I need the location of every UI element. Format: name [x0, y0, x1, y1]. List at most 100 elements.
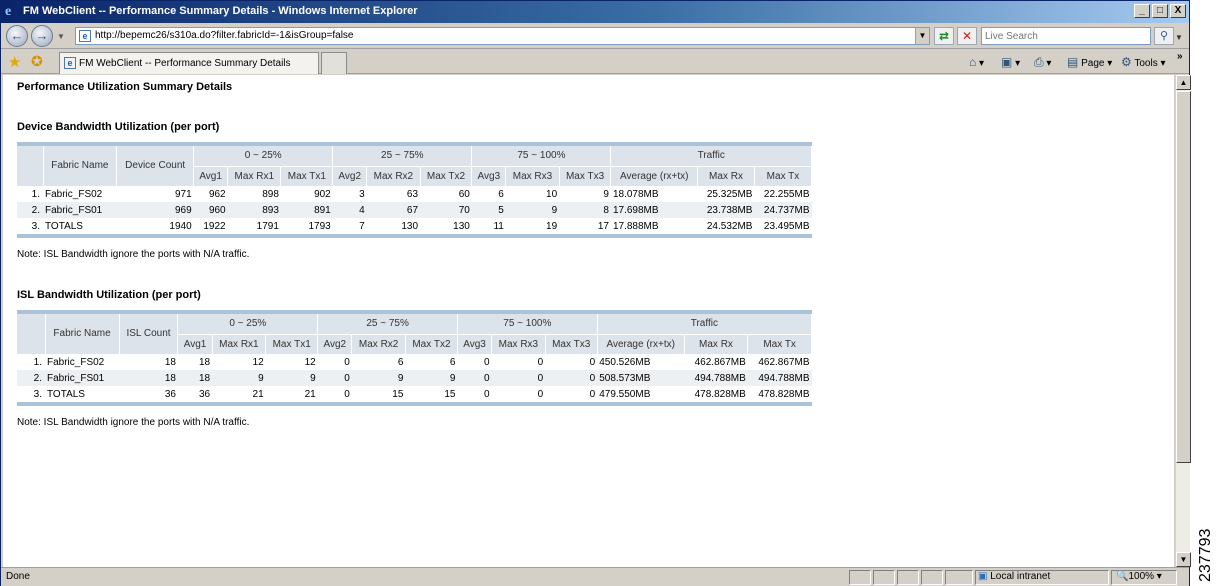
column-header: Avg1	[177, 334, 213, 355]
search-icon[interactable]: ⚲	[1154, 27, 1174, 45]
group-header: Traffic	[610, 146, 812, 167]
table-cell: 6	[405, 354, 458, 370]
table-cell: 3.	[17, 218, 43, 234]
zone-label: Local intranet	[990, 571, 1051, 582]
print-button[interactable]: ⎙ ▾	[1034, 55, 1051, 70]
scroll-thumb[interactable]	[1176, 91, 1191, 463]
recent-pages-dropdown-icon[interactable]: ▼	[57, 32, 65, 41]
column-header: Max Rx1	[227, 166, 282, 187]
table-cell: 1940	[116, 218, 194, 234]
table-cell: 9	[212, 370, 266, 386]
column-header: Max Rx3	[505, 166, 560, 187]
status-panel	[945, 570, 973, 585]
forward-button[interactable]: →	[31, 25, 53, 47]
table-cell: 0	[545, 386, 598, 402]
maximize-button[interactable]: □	[1152, 4, 1168, 18]
tab-label: FM WebClient -- Performance Summary Deta…	[79, 58, 291, 69]
add-favorites-icon[interactable]: ✪	[31, 53, 43, 70]
scroll-down-button[interactable]: ▼	[1176, 552, 1191, 567]
table-cell: 17	[559, 218, 611, 234]
table-cell: 9	[405, 370, 458, 386]
table-cell: 0	[457, 354, 492, 370]
table-cell: 2.	[17, 370, 45, 386]
group-header: 0 ~ 25%	[177, 314, 319, 335]
table-cell: 11	[471, 218, 506, 234]
address-dropdown-icon[interactable]: ▼	[915, 28, 929, 44]
table-cell: 24.737MB	[754, 202, 812, 218]
table-cell: 9	[505, 202, 560, 218]
table-cell: 5	[471, 202, 506, 218]
column-header: Max Tx1	[280, 166, 334, 187]
status-panel	[921, 570, 943, 585]
fabric-name-cell: TOTALS	[43, 218, 117, 234]
zoom-control[interactable]: 🔍100% ▾	[1116, 571, 1162, 582]
address-url[interactable]: http://bepemc26/s310a.do?filter.fabricId…	[95, 30, 354, 41]
fabric-name-cell: Fabric_FS02	[45, 354, 120, 370]
search-input[interactable]	[982, 28, 1147, 44]
fabric-name-header: Fabric Name	[45, 314, 120, 355]
column-header: Avg3	[471, 166, 507, 187]
table-cell: 2.	[17, 202, 43, 218]
table-cell: 70	[420, 202, 472, 218]
address-bar[interactable]: e http://bepemc26/s310a.do?filter.fabric…	[75, 27, 930, 45]
device-note: Note: ISL Bandwidth ignore the ports wit…	[17, 249, 250, 260]
page-menu[interactable]: ▤ Page ▾	[1067, 55, 1112, 69]
tab-performance-summary[interactable]: e FM WebClient -- Performance Summary De…	[59, 52, 319, 74]
minimize-button[interactable]: _	[1134, 4, 1150, 18]
feeds-button[interactable]: ▣ ▾	[1001, 55, 1020, 69]
table-cell: 18	[177, 370, 213, 386]
search-box[interactable]	[981, 27, 1151, 45]
table-cell: 22.255MB	[754, 186, 812, 202]
table-cell: 63	[366, 186, 421, 202]
scroll-up-button[interactable]: ▲	[1176, 75, 1191, 90]
table-cell: 21	[212, 386, 266, 402]
column-header: Average (rx+tx)	[597, 334, 685, 355]
table-cell: 25.325MB	[697, 186, 755, 202]
title-bar[interactable]: e FM WebClient -- Performance Summary De…	[1, 1, 1189, 23]
refresh-button[interactable]: ⇄	[934, 27, 954, 45]
column-header: Max Tx3	[559, 166, 612, 187]
isl-table: Fabric Name ISL Count 0 ~ 25% 25 ~ 75% 7…	[17, 310, 813, 406]
zoom-level: 100%	[1128, 571, 1155, 582]
vertical-scrollbar[interactable]: ▲ ▼	[1175, 75, 1191, 567]
device-section-title: Device Bandwidth Utilization (per port)	[17, 121, 220, 133]
count-header: ISL Count	[119, 314, 179, 355]
page-icon: e	[64, 57, 76, 69]
table-cell: 971	[116, 186, 194, 202]
fabric-name-cell: TOTALS	[45, 386, 120, 402]
intranet-icon: ▣	[978, 571, 988, 582]
table-row: 3. TOTALS 1940 1922 1791 1793 7 130 130 11 19 17 17.…	[17, 218, 812, 234]
security-zone[interactable]: ▣ Local intranet	[978, 571, 1050, 582]
table-cell: 23.738MB	[697, 202, 755, 218]
table-cell: 130	[366, 218, 421, 234]
isl-note: Note: ISL Bandwidth ignore the ports wit…	[17, 417, 250, 428]
stop-button[interactable]: ✕	[957, 27, 977, 45]
column-header: Max Tx	[754, 166, 813, 187]
home-button[interactable]: ⌂ ▾	[969, 55, 984, 69]
column-header: Max Tx2	[405, 334, 458, 355]
search-options-dropdown-icon[interactable]: ▼	[1175, 33, 1183, 42]
chevron-more-icon[interactable]: »	[1177, 51, 1183, 62]
table-cell: 962	[193, 186, 228, 202]
group-header: 75 ~ 100%	[471, 146, 612, 167]
tools-menu[interactable]: ⚙ Tools ▾	[1121, 55, 1166, 69]
column-header: Max Rx2	[366, 166, 421, 187]
column-header: Avg2	[332, 166, 368, 187]
table-cell: 10	[505, 186, 560, 202]
page-content: Performance Utilization Summary Details …	[3, 75, 1174, 567]
close-button[interactable]: X	[1170, 4, 1186, 18]
table-cell: 0	[545, 354, 598, 370]
table-cell: 0	[491, 370, 546, 386]
table-cell: 18	[119, 370, 178, 386]
window-title: FM WebClient -- Performance Summary Deta…	[23, 5, 418, 17]
back-button[interactable]: ←	[6, 25, 28, 47]
table-cell: 893	[227, 202, 281, 218]
tab-bar: ★ ✪ e FM WebClient -- Performance Summar…	[1, 50, 1189, 74]
new-tab-button[interactable]	[321, 52, 347, 74]
table-cell: 0	[457, 386, 492, 402]
tools-menu-label: Tools	[1134, 58, 1158, 69]
table-cell: 479.550MB	[597, 386, 685, 402]
status-text: Done	[6, 571, 30, 582]
favorites-star-icon[interactable]: ★	[8, 53, 21, 71]
table-row: 2. Fabric_FS01 18 18 9 9 0 9 9 0 0 0 508.573MB 494.78…	[17, 370, 812, 386]
